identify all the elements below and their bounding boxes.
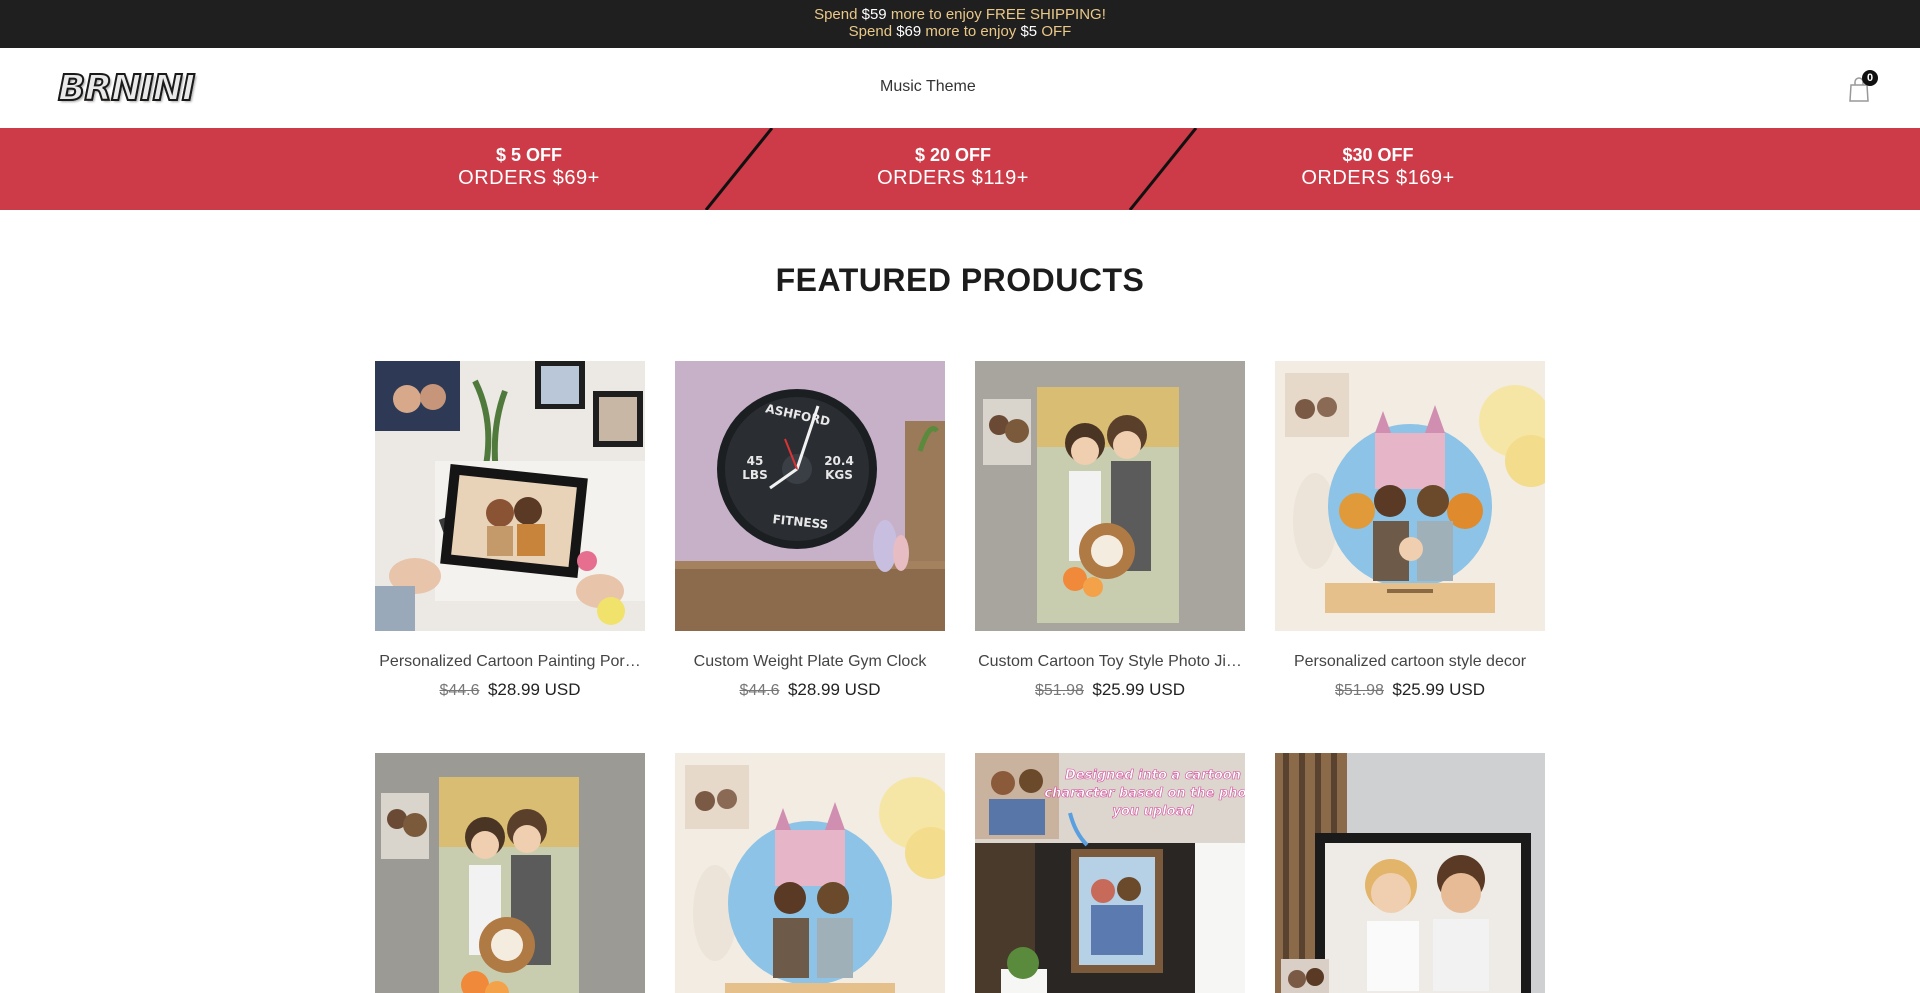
- compare-at-price: $51.98: [1334, 682, 1384, 699]
- product-card[interactable]: ASHFORD FITNESS 45 LBS 20.4 KGS Custom W…: [675, 361, 945, 700]
- promo-tier-1: $ 5 OFF ORDERS $69+: [379, 144, 679, 190]
- product-name[interactable]: Custom Cartoon Toy Style Photo Ji…: [975, 653, 1245, 671]
- brand-logo[interactable]: BRNINI: [57, 68, 250, 109]
- product-name[interactable]: Personalized cartoon style decor: [1275, 653, 1545, 671]
- product-card[interactable]: [1275, 753, 1545, 993]
- logo-text: BRNINI: [57, 68, 196, 109]
- product-image[interactable]: [675, 753, 945, 993]
- promo-discount: $ 5 OFF: [495, 145, 562, 165]
- product-card[interactable]: Designed into a cartoon character based …: [975, 753, 1245, 993]
- clock-right-number: 20.4: [824, 454, 854, 468]
- promo-threshold: ORDERS $169+: [1301, 167, 1455, 189]
- promo-discount: $30 OFF: [1342, 145, 1414, 165]
- sale-price: $28.99 USD: [787, 680, 881, 699]
- announcement-amount: $59: [861, 6, 887, 23]
- site-header: BRNINI Music Theme 0: [0, 48, 1920, 128]
- product-name[interactable]: Personalized Cartoon Painting Por…: [375, 653, 645, 671]
- compare-at-price: $44.6: [739, 682, 780, 699]
- product-image-caption: you upload: [1112, 804, 1194, 819]
- clock-left-number: 45: [747, 454, 764, 468]
- promo-tier-2: $ 20 OFF ORDERS $119+: [803, 144, 1103, 190]
- announcement-bar: Spend $59 more to enjoy FREE SHIPPING! S…: [0, 0, 1920, 48]
- sale-price: $25.99 USD: [1092, 680, 1185, 699]
- nav-link-music-theme[interactable]: Music Theme: [880, 78, 976, 96]
- product-card[interactable]: [375, 753, 645, 993]
- product-image[interactable]: [1275, 361, 1545, 631]
- product-card[interactable]: [675, 753, 945, 993]
- sale-price: $28.99 USD: [487, 680, 581, 699]
- promo-discount: $ 20 OFF: [914, 145, 992, 165]
- product-image-caption: character based on the photo: [1044, 786, 1245, 801]
- sale-price: $25.99 USD: [1392, 680, 1485, 699]
- announcement-text: more to enjoy FREE SHIPPING!: [886, 6, 1106, 23]
- product-image[interactable]: [1275, 753, 1545, 993]
- product-card[interactable]: Personalized cartoon style decor $51.98 …: [1275, 361, 1545, 700]
- clock-right-unit: KGS: [825, 468, 853, 482]
- announcement-line-1: Spend $59 more to enjoy FREE SHIPPING!: [0, 6, 1920, 23]
- announcement-text: more to enjoy: [921, 23, 1021, 40]
- cart-count-badge: 0: [1862, 70, 1878, 86]
- promo-tier-3: $30 OFF ORDERS $169+: [1228, 144, 1528, 190]
- section-title: FEATURED PRODUCTS: [775, 262, 1145, 298]
- promo-threshold: ORDERS $119+: [877, 167, 1029, 189]
- product-image[interactable]: [375, 361, 645, 631]
- product-card[interactable]: Personalized Cartoon Painting Por… $44.6…: [375, 361, 645, 700]
- product-price: $44.6 $28.99 USD: [675, 680, 945, 700]
- announcement-text: OFF: [1037, 23, 1072, 40]
- compare-at-price: $51.98: [1034, 682, 1084, 699]
- announcement-text: Spend: [814, 6, 862, 23]
- announcement-amount: $69: [896, 23, 922, 40]
- announcement-line-2: Spend $69 more to enjoy $5 OFF: [0, 23, 1920, 40]
- compare-at-price: $44.6: [439, 682, 480, 699]
- product-image[interactable]: [375, 753, 645, 993]
- product-price: $51.98 $25.99 USD: [1275, 680, 1545, 700]
- promo-banner: $ 5 OFF ORDERS $69+ $ 20 OFF ORDERS $119…: [0, 128, 1920, 210]
- product-image[interactable]: [975, 361, 1245, 631]
- product-price: $51.98 $25.99 USD: [975, 680, 1245, 700]
- clock-left-unit: LBS: [742, 468, 767, 482]
- promo-threshold: ORDERS $69+: [458, 167, 600, 189]
- announcement-text: Spend: [848, 23, 897, 40]
- product-image-caption: Designed into a cartoon: [1065, 768, 1241, 783]
- product-price: $44.6 $28.99 USD: [375, 680, 645, 700]
- product-image[interactable]: ASHFORD FITNESS 45 LBS 20.4 KGS: [675, 361, 945, 631]
- product-image[interactable]: Designed into a cartoon character based …: [975, 753, 1245, 993]
- product-card[interactable]: Custom Cartoon Toy Style Photo Ji… $51.9…: [975, 361, 1245, 700]
- announcement-amount: $5: [1020, 23, 1038, 40]
- product-name[interactable]: Custom Weight Plate Gym Clock: [675, 653, 945, 671]
